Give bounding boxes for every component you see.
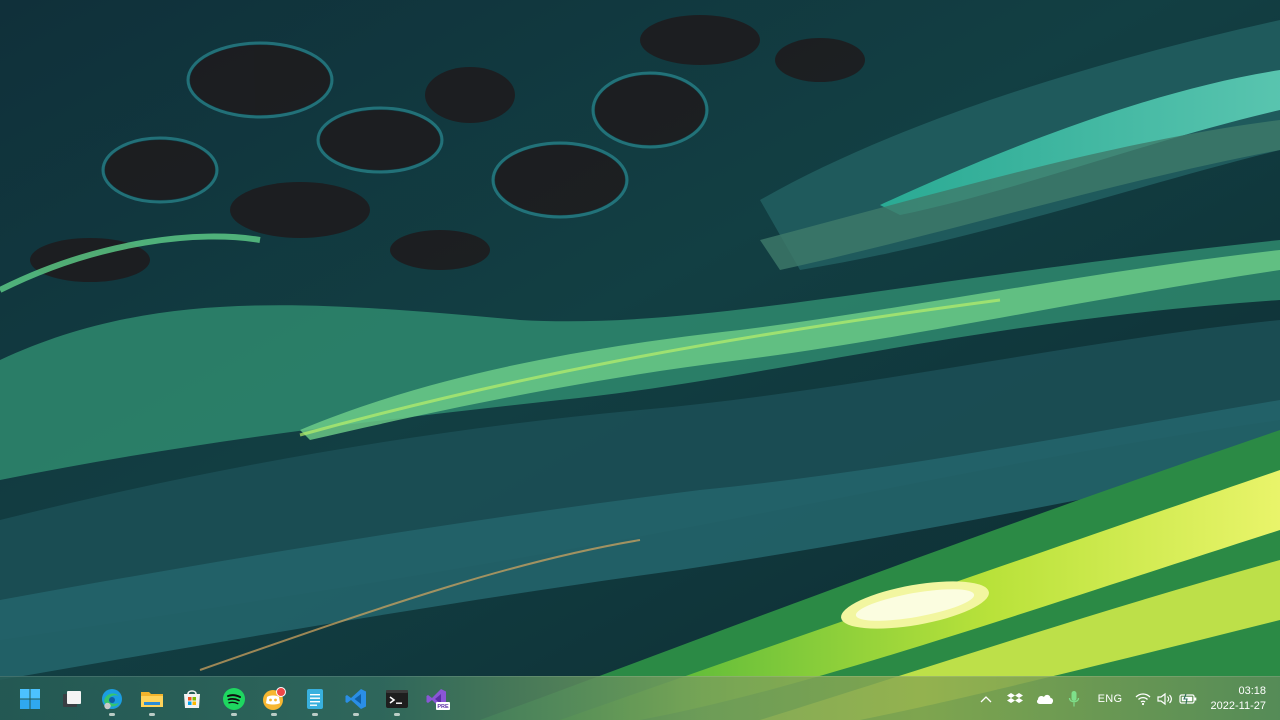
running-indicator bbox=[353, 713, 359, 716]
input-language-button[interactable]: ENG bbox=[1094, 687, 1126, 711]
quick-settings-button[interactable] bbox=[1134, 687, 1198, 711]
running-indicator bbox=[312, 713, 318, 716]
running-indicator bbox=[149, 713, 155, 716]
spotify-icon bbox=[223, 688, 245, 710]
terminal-icon bbox=[386, 690, 408, 708]
wallpaper bbox=[0, 0, 1280, 720]
cloud-icon bbox=[1036, 694, 1054, 704]
clock-time: 03:18 bbox=[1238, 685, 1266, 697]
wifi-icon bbox=[1135, 693, 1151, 706]
show-hidden-icons-button[interactable] bbox=[976, 687, 996, 711]
dropbox-tray-button[interactable] bbox=[1005, 687, 1025, 711]
microphone-tray-button[interactable] bbox=[1064, 687, 1084, 711]
clock-button[interactable]: 03:18 2022-11-27 bbox=[1196, 684, 1266, 714]
start-button[interactable] bbox=[12, 681, 48, 717]
vscode-button[interactable] bbox=[338, 681, 374, 717]
running-indicator bbox=[231, 713, 237, 716]
notepad-button[interactable] bbox=[297, 681, 333, 717]
spotify-button[interactable] bbox=[216, 681, 252, 717]
file-explorer-button[interactable] bbox=[134, 681, 170, 717]
dropbox-icon bbox=[1007, 693, 1023, 703]
store-icon bbox=[184, 690, 200, 708]
discord-icon bbox=[263, 687, 286, 710]
chevron-up-icon bbox=[980, 696, 992, 703]
terminal-button[interactable] bbox=[379, 681, 415, 717]
microphone-icon bbox=[1068, 691, 1080, 707]
running-indicator bbox=[394, 713, 400, 716]
notepad-icon bbox=[307, 689, 323, 709]
language-label: ENG bbox=[1097, 693, 1123, 705]
onedrive-tray-button[interactable] bbox=[1034, 687, 1056, 711]
desktop[interactable]: PRE ENG 03:18 2022-11-27 bbox=[0, 0, 1280, 720]
running-indicator bbox=[109, 713, 115, 716]
clock-date: 2022-11-27 bbox=[1210, 700, 1266, 712]
edge-icon bbox=[102, 689, 122, 710]
discord-button[interactable] bbox=[256, 681, 292, 717]
task-view-button[interactable] bbox=[54, 681, 90, 717]
battery-icon bbox=[1179, 693, 1197, 705]
visual-studio-icon: PRE bbox=[426, 689, 450, 710]
vscode-icon bbox=[345, 689, 366, 709]
visual-studio-preview-button[interactable]: PRE bbox=[420, 681, 456, 717]
volume-icon bbox=[1157, 692, 1172, 706]
edge-button[interactable] bbox=[94, 681, 130, 717]
taskbar: PRE ENG 03:18 2022-11-27 bbox=[0, 676, 1280, 720]
microsoft-store-button[interactable] bbox=[174, 681, 210, 717]
windows-logo-icon bbox=[20, 689, 40, 709]
folder-icon bbox=[141, 692, 163, 707]
preview-badge-text: PRE bbox=[437, 704, 449, 710]
running-indicator bbox=[271, 713, 277, 716]
task-view-icon bbox=[63, 691, 81, 707]
